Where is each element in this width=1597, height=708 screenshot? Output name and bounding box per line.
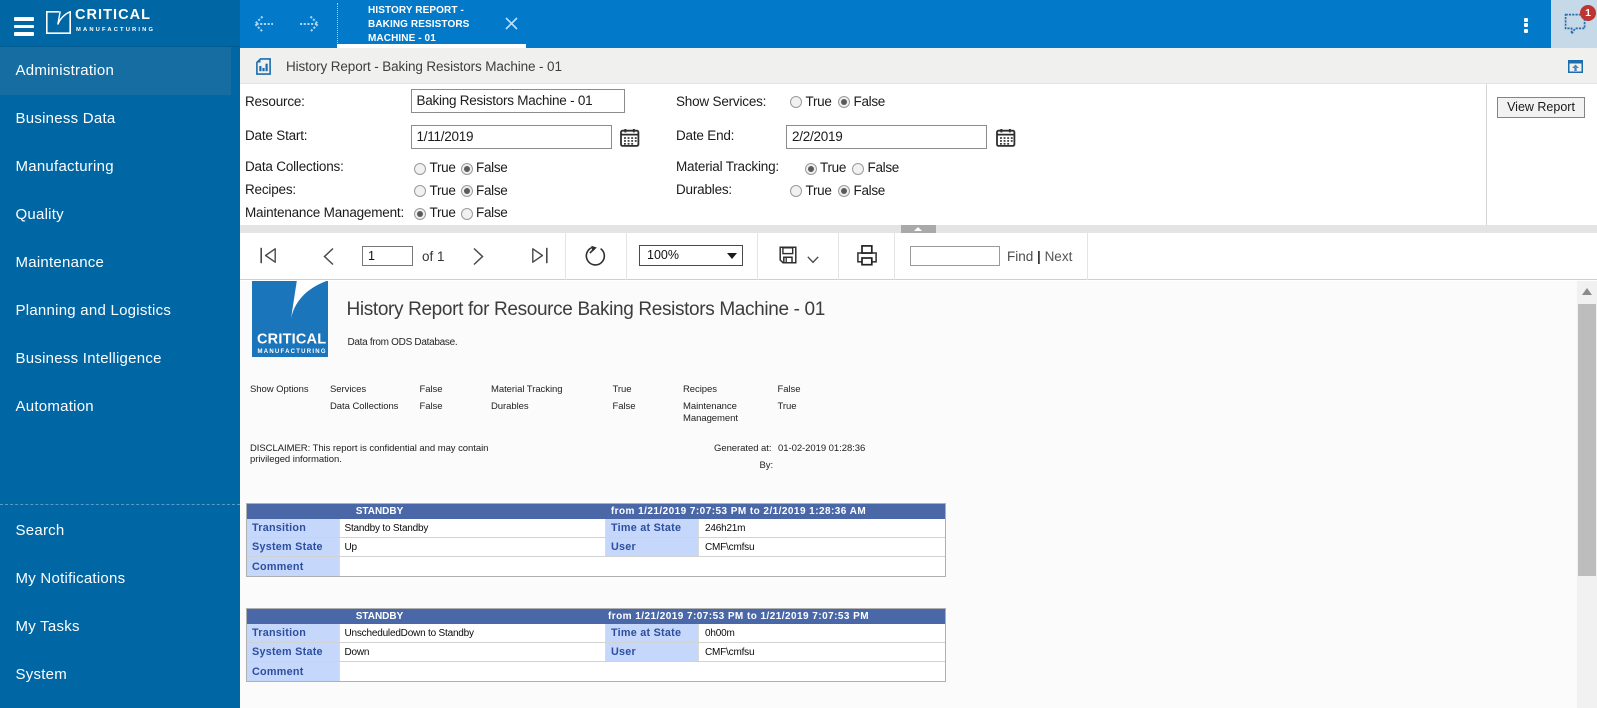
svg-text:CRITICAL: CRITICAL (257, 332, 326, 348)
svg-text:MANUFACTURING: MANUFACTURING (258, 349, 327, 355)
